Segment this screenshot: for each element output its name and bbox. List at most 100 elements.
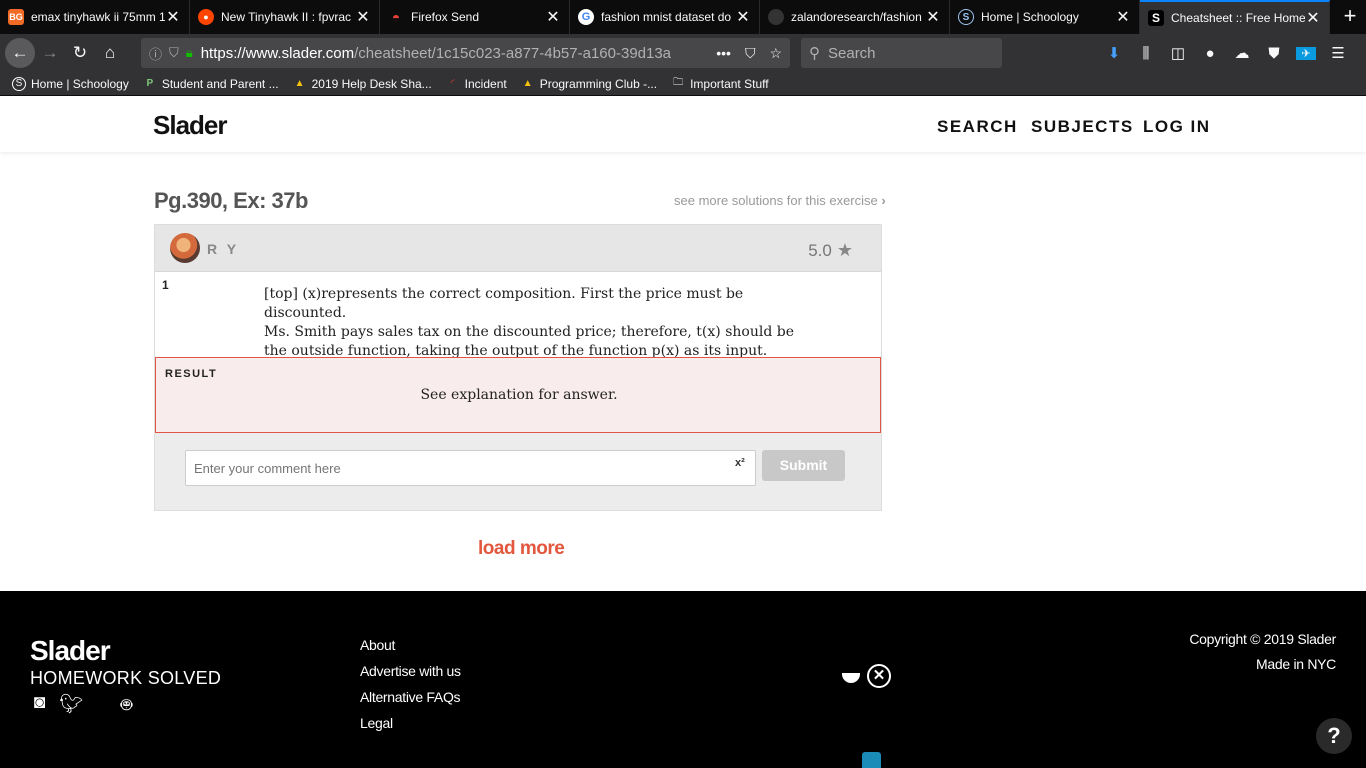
nav-log-in[interactable]: LOG IN — [1143, 117, 1211, 137]
extension-icon[interactable]: ☁ — [1232, 44, 1252, 62]
schoology-icon: S — [12, 76, 26, 91]
bookmark-schoology[interactable]: S Home | Schoology — [12, 76, 129, 91]
shield-icon[interactable]: ⛉ — [169, 45, 179, 61]
ublock-icon[interactable]: ⛊ — [1264, 45, 1284, 62]
toolbar-icons: ⬇ ⫼ ◫ ● ☁ ⛊ ✈ ☰ — [1104, 34, 1348, 72]
see-more-link[interactable]: see more solutions for this exercise › — [674, 193, 886, 208]
lock-icon: 🔒︎ — [185, 45, 193, 60]
bookmark-label: Programming Club -... — [539, 76, 658, 91]
forward-button[interactable]: → — [35, 38, 65, 68]
footer-tagline: HOMEWORK SOLVED — [30, 668, 222, 688]
tab-google[interactable]: G fashion mnist dataset do ✕ — [570, 0, 760, 34]
tab-title: emax tinyhawk ii 75mm 1 — [31, 10, 165, 24]
tab-cheatsheet[interactable]: S Cheatsheet :: Free Home ✕ — [1140, 0, 1330, 34]
instagram-icon[interactable]: ◙ — [30, 692, 49, 719]
account-icon[interactable]: ● — [1200, 45, 1220, 62]
screenshot-icon[interactable]: ✈ — [1296, 46, 1316, 60]
author-name[interactable]: R Y — [207, 241, 239, 257]
schoology-icon: S — [958, 9, 974, 25]
solution-card: R Y 5.0 ★ 1 [top] (x)represents the corr… — [154, 224, 882, 511]
sidebar-icon[interactable]: ◫ — [1168, 44, 1188, 62]
folder-icon: 🗀︎ — [673, 77, 684, 88]
reload-icon: ↻ — [72, 43, 88, 62]
android-icon[interactable]: 🤖︎ — [117, 692, 136, 719]
result-text: See explanation for answer. — [420, 387, 618, 403]
site-logo[interactable]: Slader — [153, 110, 227, 141]
back-button[interactable]: ← — [5, 38, 35, 68]
bookmark-help-desk[interactable]: ▲ 2019 Help Desk Sha... — [293, 77, 432, 91]
footer-link-advertise[interactable]: Advertise with us — [360, 663, 461, 679]
url-text[interactable]: https://www.slader.com/cheatsheet/1c15c0… — [201, 45, 689, 62]
pocket-icon[interactable]: ⛉ — [745, 45, 756, 62]
home-button[interactable]: ⌂ — [95, 38, 125, 68]
close-icon[interactable]: ✕ — [1305, 8, 1321, 28]
submit-button[interactable]: Submit — [762, 450, 845, 481]
solution-header: R Y 5.0 ★ — [155, 225, 881, 272]
close-icon[interactable]: ✕ — [867, 664, 891, 688]
step-number: 1 — [162, 278, 169, 292]
tab-schoology[interactable]: S Home | Schoology ✕ — [950, 0, 1140, 34]
comment-input[interactable] — [185, 450, 756, 486]
url-path: /cheatsheet/1c15c023-a877-4b57-a160-39d1… — [354, 44, 672, 62]
bookmark-programming-club[interactable]: ▲ Programming Club -... — [521, 77, 657, 91]
avatar[interactable] — [170, 233, 200, 263]
footer-link-faqs[interactable]: Alternative FAQs — [360, 689, 461, 705]
apple-icon[interactable] — [88, 692, 107, 719]
copyright: Copyright © 2019 Slader — [1189, 631, 1336, 647]
arrow-right-icon: → — [41, 43, 59, 62]
tab-title: New Tinyhawk II : fpvrac — [221, 10, 352, 24]
star-icon: ★ — [836, 240, 853, 260]
close-icon[interactable]: ✕ — [165, 7, 181, 27]
p-icon: P — [146, 78, 154, 89]
tab-github[interactable]: zalandoresearch/fashion ✕ — [760, 0, 950, 34]
close-icon[interactable]: ✕ — [355, 7, 371, 27]
badge-icon — [862, 752, 881, 768]
bookmark-student-parent[interactable]: P Student and Parent ... — [143, 77, 279, 91]
close-icon[interactable]: ✕ — [1115, 7, 1131, 27]
search-icon: ⚲ — [809, 45, 820, 62]
bookmark-important-stuff[interactable]: 🗀︎ Important Stuff — [671, 77, 769, 91]
footer: Slader HOMEWORK SOLVED ◙ 🐦︎ 🤖︎ About Adv… — [0, 591, 1366, 768]
info-icon[interactable]: ⓘ — [149, 44, 162, 63]
home-icon: ⌂ — [104, 43, 116, 62]
social-links: ◙ 🐦︎ 🤖︎ — [30, 692, 136, 719]
tab-title: zalandoresearch/fashion — [791, 10, 922, 24]
footer-logo[interactable]: Slader — [30, 635, 111, 667]
bookmark-label: Home | Schoology — [31, 76, 129, 91]
superscript-button[interactable]: x² — [735, 457, 745, 469]
close-icon[interactable]: ✕ — [925, 7, 941, 27]
close-icon[interactable]: ✕ — [735, 7, 751, 27]
new-tab-button[interactable]: + — [1334, 0, 1366, 34]
bookmark-label: 2019 Help Desk Sha... — [311, 76, 432, 91]
library-icon[interactable]: ⫼ — [1136, 45, 1156, 62]
made-in: Made in NYC — [1256, 656, 1336, 672]
reload-button[interactable]: ↻ — [65, 38, 95, 68]
github-icon — [768, 9, 784, 25]
bookmark-star-icon[interactable]: ☆ — [769, 45, 782, 62]
download-icon[interactable]: ⬇ — [1104, 44, 1124, 62]
rating[interactable]: 5.0 ★ — [808, 240, 853, 261]
footer-link-about[interactable]: About — [360, 637, 395, 653]
nav-subjects[interactable]: SUBJECTS — [1031, 117, 1134, 137]
solution-step: 1 [top] (x)represents the correct compos… — [155, 272, 881, 359]
bookmark-label: Student and Parent ... — [161, 76, 279, 91]
help-button[interactable]: ? — [1316, 718, 1352, 754]
tab-reddit[interactable]: ● New Tinyhawk II : fpvrac ✕ — [190, 0, 380, 34]
result-label: RESULT — [165, 368, 218, 380]
nav-search[interactable]: SEARCH — [937, 117, 1018, 137]
footer-link-legal[interactable]: Legal — [360, 715, 393, 731]
load-more-link[interactable]: load more — [478, 538, 565, 560]
close-icon[interactable]: ✕ — [545, 7, 561, 27]
page-actions-icon[interactable]: ••• — [716, 45, 731, 61]
tab-title: Firefox Send — [411, 10, 480, 24]
twitter-icon[interactable]: 🐦︎ — [59, 692, 83, 719]
bookmark-incident[interactable]: ◜ Incident — [446, 77, 507, 91]
arrow-left-icon: ← — [11, 43, 29, 62]
see-more-label: see more solutions for this exercise — [674, 193, 878, 208]
menu-icon[interactable]: ☰ — [1328, 44, 1348, 62]
tab-firefox-send[interactable]: ◓ Firefox Send ✕ — [380, 0, 570, 34]
exercise-title: Pg.390, Ex: 37b — [154, 188, 308, 213]
search-bar[interactable]: ⚲ Search — [801, 38, 1002, 68]
tab-emax[interactable]: BG emax tinyhawk ii 75mm 1 ✕ — [0, 0, 190, 34]
url-bar[interactable]: ⓘ ⛉ 🔒︎ https://www.slader.com/cheatsheet… — [141, 38, 790, 68]
